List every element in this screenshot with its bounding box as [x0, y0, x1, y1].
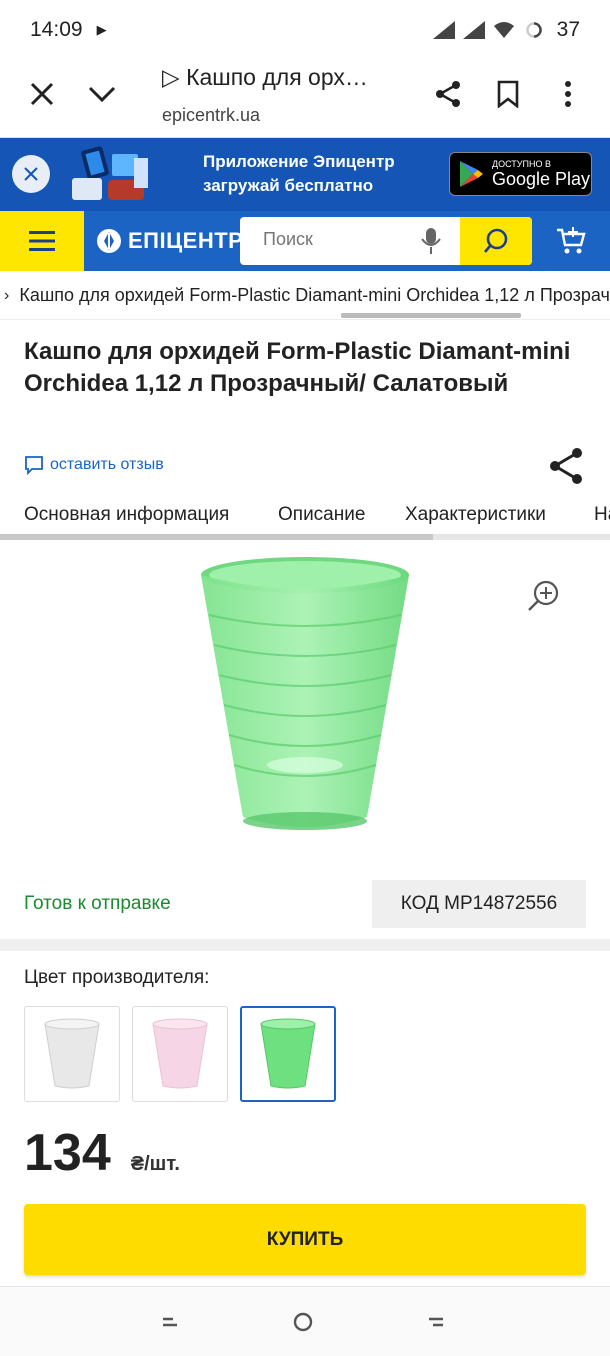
signal-icon-2 — [462, 21, 485, 39]
wifi-icon — [493, 22, 514, 38]
availability-status: Готов к отправке — [24, 893, 171, 914]
close-icon — [30, 82, 54, 106]
share-icon — [436, 81, 460, 107]
menu-button[interactable] — [0, 211, 84, 271]
home-icon[interactable] — [292, 1311, 314, 1333]
product-code: КОД МР14872556 — [372, 880, 586, 928]
tab-description[interactable]: Описание — [278, 504, 365, 526]
store-big-text: Google Play — [492, 168, 591, 189]
recent-apps-icon[interactable] — [160, 1311, 180, 1331]
close-icon — [24, 167, 38, 181]
section-divider — [0, 939, 610, 951]
tab-main-info[interactable]: Основная информация — [24, 504, 229, 526]
cart-button[interactable] — [556, 225, 586, 262]
review-link[interactable]: оставить отзыв — [24, 455, 164, 475]
chevron-right-icon: › — [4, 286, 10, 304]
url-domain: epicentrk.ua — [162, 105, 261, 125]
microphone-icon[interactable] — [421, 227, 441, 255]
page-title: ▷ Кашпо для орх… — [162, 64, 368, 90]
site-header: ЕПІЦЕНТР — [0, 211, 610, 271]
product-title: Кашпо для орхидей Form-Plastic Diamant-m… — [24, 338, 571, 397]
banner-illustration — [72, 146, 148, 200]
tab-characteristics[interactable]: Характеристики — [405, 504, 546, 526]
close-tab-button[interactable] — [22, 74, 62, 114]
hamburger-icon — [29, 231, 55, 251]
banner-close-button[interactable] — [12, 155, 50, 193]
more-vert-icon — [565, 81, 571, 107]
search-box — [240, 217, 532, 265]
breadcrumb-item[interactable]: Кашпо для орхидей Form-Plastic Diamant-m… — [19, 285, 610, 306]
review-link-label: оставить отзыв — [50, 456, 164, 473]
search-input[interactable] — [263, 229, 413, 250]
comment-icon — [25, 456, 43, 475]
chevron-down-icon — [88, 86, 116, 103]
product-image[interactable] — [195, 555, 415, 835]
zoom-button[interactable] — [526, 578, 562, 619]
cart-icon — [557, 227, 586, 254]
swatch-pot-image — [260, 1018, 316, 1089]
banner-text: Приложение Эпицентр загружай бесплатно — [203, 150, 395, 198]
logo-text: ЕПІЦЕНТР — [128, 228, 244, 253]
color-swatch-green[interactable] — [240, 1006, 336, 1102]
signal-icon — [432, 21, 455, 39]
tab-more[interactable]: На — [594, 504, 610, 526]
search-button[interactable] — [460, 217, 532, 265]
buy-button[interactable]: КУПИТЬ — [24, 1204, 586, 1275]
url-block[interactable]: ▷ Кашпо для орх… epicentrk.ua — [162, 64, 412, 126]
system-nav-bar — [0, 1286, 610, 1356]
bookmark-icon — [497, 80, 519, 108]
more-menu-button[interactable] — [548, 74, 588, 114]
app-download-banner: Приложение Эпицентр загружай бесплатно Д… — [0, 138, 610, 211]
minimize-button[interactable] — [82, 74, 122, 114]
tabs-scrollbar — [0, 534, 610, 540]
banner-line-1: Приложение Эпицентр — [203, 152, 395, 171]
swatch-pot-image — [44, 1018, 100, 1089]
play-indicator-icon: ▶ — [96, 22, 107, 37]
clock: 14:09 — [30, 18, 83, 41]
breadcrumb-scrollbar[interactable] — [341, 313, 521, 318]
browser-toolbar: ▷ Кашпо для орх… epicentrk.ua — [0, 60, 610, 138]
logo-icon — [97, 229, 121, 253]
status-bar: 14:09 ▶ 37 — [0, 0, 610, 60]
google-play-icon — [460, 161, 483, 187]
price: 134 ₴/шт. — [24, 1123, 180, 1183]
back-icon[interactable] — [426, 1311, 446, 1331]
tabs-scroll-indicator — [0, 534, 433, 540]
share-icon — [550, 448, 582, 484]
banner-line-2: загружай бесплатно — [203, 176, 374, 195]
bookmark-button[interactable] — [488, 74, 528, 114]
google-play-button[interactable]: ДОСТУПНО В Google Play — [449, 152, 592, 196]
color-swatch-pink[interactable] — [132, 1006, 228, 1102]
share-product-button[interactable] — [547, 446, 585, 491]
battery-ring-icon — [525, 22, 542, 38]
color-label: Цвет производителя: — [24, 967, 210, 988]
site-logo[interactable]: ЕПІЦЕНТР — [96, 228, 243, 254]
store-small-text: ДОСТУПНО В — [492, 158, 551, 169]
share-button[interactable] — [428, 74, 468, 114]
battery-level: 37 — [556, 18, 580, 41]
price-unit: ₴/шт. — [130, 1153, 180, 1175]
search-icon — [484, 228, 508, 253]
color-swatch-transparent[interactable] — [24, 1006, 120, 1102]
swatch-pot-image — [152, 1018, 208, 1089]
price-value: 134 — [24, 1124, 111, 1182]
zoom-in-icon — [528, 580, 559, 611]
